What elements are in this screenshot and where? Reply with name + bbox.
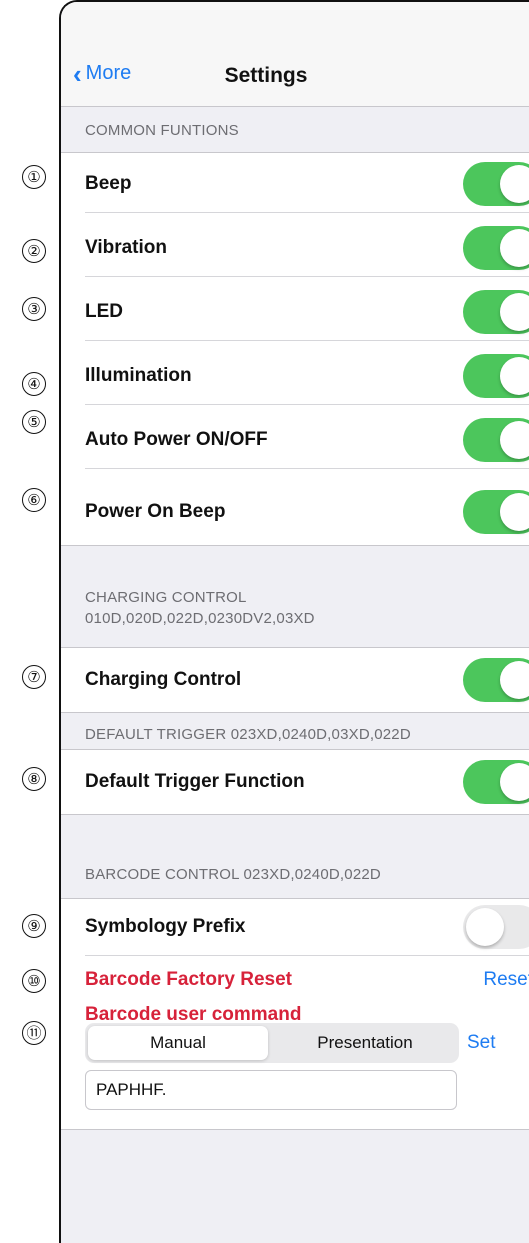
barcode-factory-reset-label: Barcode Factory Reset bbox=[85, 969, 292, 990]
toggle-knob bbox=[500, 661, 529, 699]
marker-6: ⑥ bbox=[22, 488, 46, 512]
toggle-knob bbox=[500, 421, 529, 459]
row-auto-power: Auto Power ON/OFF bbox=[85, 412, 529, 469]
charging-header-line2: 010D,020D,022D,0230DV2,03XD bbox=[85, 610, 315, 627]
reset-button[interactable]: Reset bbox=[483, 969, 529, 991]
row-illumination: Illumination bbox=[85, 348, 529, 405]
auto-power-label: Auto Power ON/OFF bbox=[85, 429, 268, 450]
led-label: LED bbox=[85, 301, 123, 322]
row-power-on-beep: Power On Beep bbox=[85, 484, 529, 540]
beep-toggle[interactable] bbox=[463, 162, 529, 206]
marker-4: ④ bbox=[22, 372, 46, 396]
toggle-knob bbox=[500, 165, 529, 203]
row-vibration: Vibration bbox=[85, 220, 529, 277]
vibration-label: Vibration bbox=[85, 237, 167, 258]
charging-control-label: Charging Control bbox=[85, 669, 242, 690]
marker-2: ② bbox=[22, 239, 46, 263]
toggle-knob bbox=[500, 293, 529, 331]
row-charging-control: Charging Control bbox=[85, 652, 529, 708]
settings-screen: ‹ More Settings COMMON FUNTIONS Beep Vib… bbox=[59, 0, 529, 1243]
section-header-common: COMMON FUNTIONS bbox=[85, 122, 239, 139]
default-trigger-toggle[interactable] bbox=[463, 760, 529, 804]
marker-3: ③ bbox=[22, 297, 46, 321]
marker-1: ① bbox=[22, 165, 46, 189]
auto-power-toggle[interactable] bbox=[463, 418, 529, 462]
default-trigger-group: Default Trigger Function bbox=[61, 749, 529, 815]
navigation-bar: ‹ More Settings bbox=[61, 2, 529, 107]
vibration-toggle[interactable] bbox=[463, 226, 529, 270]
row-barcode-factory-reset: Barcode Factory Reset Reset bbox=[85, 955, 529, 1005]
led-toggle[interactable] bbox=[463, 290, 529, 334]
beep-label: Beep bbox=[85, 173, 132, 194]
symbology-prefix-toggle[interactable] bbox=[463, 905, 529, 949]
marker-7: ⑦ bbox=[22, 665, 46, 689]
segment-presentation[interactable]: Presentation bbox=[275, 1026, 455, 1060]
section-header-barcode: BARCODE CONTROL 023XD,0240D,022D bbox=[85, 866, 381, 883]
marker-8: ⑧ bbox=[22, 767, 46, 791]
row-symbology-prefix: Symbology Prefix bbox=[85, 899, 529, 956]
charging-header-line1: CHARGING CONTROL bbox=[85, 589, 247, 606]
user-command-input[interactable] bbox=[85, 1070, 457, 1110]
page-title: Settings bbox=[224, 64, 308, 87]
section-header-charging: CHARGING CONTROL 010D,020D,022D,0230DV2,… bbox=[85, 587, 315, 629]
toggle-knob bbox=[500, 763, 529, 801]
common-functions-group: Beep Vibration LED Illumination Auto Pow… bbox=[61, 152, 529, 546]
power-on-beep-label: Power On Beep bbox=[85, 501, 226, 522]
illumination-label: Illumination bbox=[85, 365, 192, 386]
charging-control-group: Charging Control bbox=[61, 647, 529, 713]
toggle-knob bbox=[500, 229, 529, 267]
symbology-prefix-label: Symbology Prefix bbox=[85, 916, 246, 937]
illumination-toggle[interactable] bbox=[463, 354, 529, 398]
default-trigger-label: Default Trigger Function bbox=[85, 771, 305, 792]
marker-11: ⑪ bbox=[22, 1021, 46, 1045]
mode-segmented-control: Manual Presentation bbox=[85, 1023, 459, 1063]
row-default-trigger: Default Trigger Function bbox=[85, 754, 529, 810]
toggle-knob bbox=[500, 357, 529, 395]
marker-9: ⑨ bbox=[22, 914, 46, 938]
row-beep: Beep bbox=[85, 156, 529, 213]
toggle-knob bbox=[466, 908, 504, 946]
segment-manual[interactable]: Manual bbox=[88, 1026, 268, 1060]
marker-10: ⑩ bbox=[22, 969, 46, 993]
set-button[interactable]: Set bbox=[467, 1032, 496, 1054]
row-led: LED bbox=[85, 284, 529, 341]
toggle-knob bbox=[500, 493, 529, 531]
marker-5: ⑤ bbox=[22, 410, 46, 434]
power-on-beep-toggle[interactable] bbox=[463, 490, 529, 534]
section-header-trigger: DEFAULT TRIGGER 023XD,0240D,03XD,022D bbox=[85, 726, 411, 743]
charging-control-toggle[interactable] bbox=[463, 658, 529, 702]
